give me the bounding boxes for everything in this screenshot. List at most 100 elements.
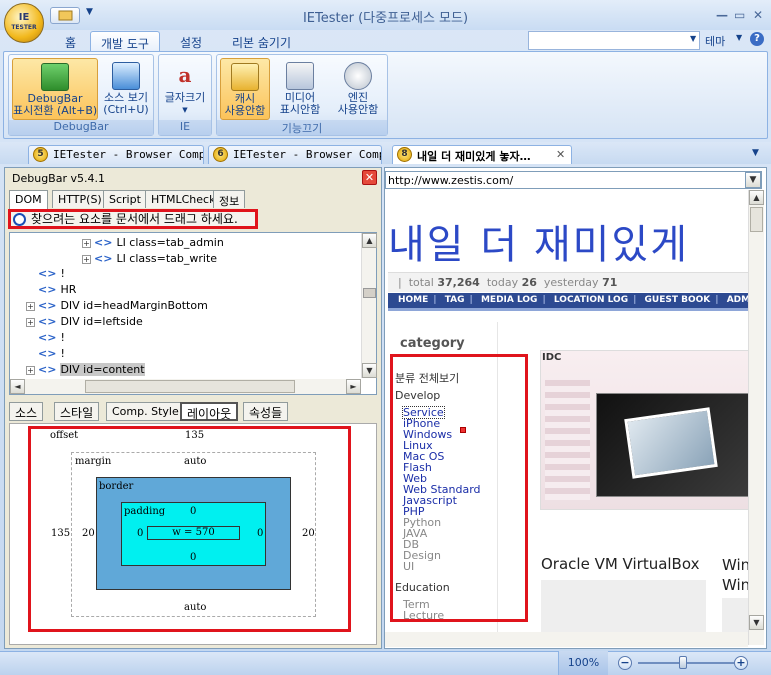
dom-tree-node[interactable]: <>! [26, 330, 65, 346]
today-label: today [486, 276, 519, 289]
tab-info[interactable]: 정보 [213, 190, 246, 208]
scroll-left-icon[interactable]: ◄ [10, 379, 25, 394]
doc-tab-label: IETester - Browser Comp… [53, 148, 204, 161]
disable-media-button[interactable]: 미디어 표시안함 [272, 58, 328, 120]
dom-node-label: ! [60, 347, 65, 360]
dom-tree-node[interactable]: + <> DIV id=content [26, 362, 145, 378]
site-title[interactable]: 내일 더 재미있게 [388, 212, 689, 270]
minimize-icon[interactable]: — [716, 8, 728, 22]
scroll-thumb[interactable] [363, 288, 376, 298]
window-title: IETester (다중프로세스 모드) [302, 11, 469, 26]
theme-dropdown-icon[interactable]: ▼ [736, 33, 742, 42]
nav-home[interactable]: HOME [398, 295, 428, 305]
address-bar[interactable]: http://www.zestis.com/ [385, 171, 762, 189]
scroll-up-icon[interactable]: ▲ [749, 190, 764, 205]
ribbon-tab-devtools[interactable]: 개발 도구 [90, 31, 160, 51]
element-tag-icon: <> [38, 315, 57, 328]
font-size-icon: a [178, 63, 192, 87]
find-hint-text: 찾으려는 요소를 문서에서 드래그 하세요. [31, 212, 238, 226]
dom-tree-node[interactable]: + <> LI class=tab_write [82, 251, 217, 267]
tab-dom[interactable]: DOM [9, 190, 48, 209]
dom-tree-vscrollbar[interactable]: ▲ ▼ [361, 233, 377, 378]
total-label: total [408, 276, 434, 289]
dom-tree-node[interactable]: + <> DIV id=leftside [26, 314, 143, 330]
scroll-thumb[interactable] [85, 380, 295, 393]
address-dropdown-icon[interactable]: ▼ [745, 172, 761, 188]
element-tag-icon: <> [94, 252, 113, 265]
search-dropdown-icon[interactable]: ▼ [690, 34, 696, 43]
tab-http[interactable]: HTTP(S) [52, 190, 108, 208]
app-orb-button[interactable]: IE TESTER [4, 3, 44, 43]
dom-tree-node[interactable]: + <> LI class=tab_admin [82, 235, 224, 251]
nav-tag[interactable]: TAG [445, 295, 465, 305]
scroll-right-icon[interactable]: ► [346, 379, 361, 394]
nav-admin[interactable]: ADMIN [727, 295, 748, 305]
nav-location-log[interactable]: LOCATION LOG [554, 295, 628, 305]
dom-tree-node[interactable]: <>! [26, 266, 65, 282]
tab-computed-style[interactable]: Comp. Style [106, 402, 185, 421]
theme-menu[interactable]: 테마 [705, 33, 725, 49]
ribbon-tab-home[interactable]: 홈 [55, 31, 86, 51]
ie-version-icon: 8 [397, 147, 412, 162]
nav-guest-book[interactable]: GUEST BOOK [645, 295, 711, 305]
cache-folder-icon [231, 63, 259, 91]
engine-gear-icon [344, 62, 372, 90]
dom-tree-node[interactable]: <> HR [26, 282, 76, 298]
browser-hscrollbar[interactable] [385, 632, 748, 647]
media-icon [286, 62, 314, 90]
view-source-button[interactable]: 소스 보기 (Ctrl+U) [100, 58, 152, 120]
dom-tree-node[interactable]: <>! [26, 346, 65, 362]
zoom-in-icon[interactable]: + [734, 656, 748, 670]
expand-icon[interactable]: + [82, 254, 91, 264]
maximize-icon[interactable]: ▭ [734, 8, 745, 22]
nav-media-log[interactable]: MEDIA LOG [481, 295, 537, 305]
tab-script[interactable]: Script [103, 190, 147, 208]
doc-tab-3-active[interactable]: 8 내일 더 재미있게 놓자… [392, 145, 572, 164]
padding-left-value: 0 [137, 528, 144, 539]
expand-icon[interactable]: + [26, 317, 35, 327]
orb-subtext: TESTER [11, 24, 37, 31]
browser-vscrollbar[interactable]: ▲ ▼ [748, 190, 764, 645]
scroll-down-icon[interactable]: ▼ [362, 363, 377, 378]
view-source-label: 소스 보기 (Ctrl+U) [103, 91, 149, 116]
scroll-down-icon[interactable]: ▼ [749, 615, 764, 630]
tab-close-icon[interactable]: ✕ [556, 148, 565, 161]
doc-tab-1[interactable]: 5 IETester - Browser Comp… [28, 145, 204, 164]
tab-source[interactable]: 소스 [9, 402, 44, 421]
zoom-level[interactable]: 100% [558, 651, 608, 675]
tab-htmlcheck[interactable]: HTMLCheck [145, 190, 222, 208]
ribbon-tab-hide-ribbon[interactable]: 리본 숨기기 [222, 31, 301, 51]
debugbar-close-icon[interactable]: ✕ [362, 170, 377, 185]
tab-attributes[interactable]: 속성들 [243, 402, 289, 421]
scroll-thumb[interactable] [750, 207, 763, 232]
disable-cache-button[interactable]: 캐시 사용안함 [220, 58, 270, 120]
help-icon[interactable]: ? [750, 32, 764, 46]
debugbar-toggle-button[interactable]: DebugBar 표시전환 (Alt+B) [12, 58, 98, 120]
margin-left-value: 20 [82, 528, 95, 539]
ribbon-tab-settings[interactable]: 설정 [170, 31, 212, 51]
zoom-slider-thumb[interactable] [679, 656, 687, 669]
tab-layout[interactable]: 레이아웃 [180, 402, 239, 421]
post-title[interactable]: Oracle VM VirtualBox [541, 555, 699, 573]
dom-tree-hscrollbar[interactable]: ◄ ► [10, 379, 361, 394]
zoom-out-icon[interactable]: − [618, 656, 632, 670]
dom-tree-node[interactable]: + <> DIV id=headMarginBottom [26, 298, 208, 314]
find-element-drag-target[interactable]: 찾으려는 요소를 문서에서 드래그 하세요. [8, 209, 258, 229]
dom-node-label: ! [60, 267, 65, 280]
expand-icon[interactable]: + [26, 365, 35, 375]
category-highlight-box [390, 354, 528, 622]
total-count: 37,264 [437, 276, 480, 289]
crosshair-icon[interactable] [13, 213, 26, 226]
doc-tab-2[interactable]: 6 IETester - Browser Comp… [208, 145, 382, 164]
offset-label: offset [50, 430, 79, 441]
tab-style[interactable]: 스타일 [54, 402, 100, 421]
tabs-dropdown-icon[interactable]: ▼ [752, 148, 759, 158]
expand-icon[interactable]: + [26, 301, 35, 311]
disable-engine-button[interactable]: 엔진 사용안함 [330, 58, 386, 120]
close-icon[interactable]: ✕ [753, 8, 763, 22]
font-size-button[interactable]: a 글자크기 ▼ [161, 58, 209, 120]
scroll-up-icon[interactable]: ▲ [362, 233, 377, 248]
search-input[interactable] [528, 31, 700, 50]
post-title-2[interactable]: Win Win [722, 555, 750, 595]
expand-icon[interactable]: + [82, 238, 91, 248]
